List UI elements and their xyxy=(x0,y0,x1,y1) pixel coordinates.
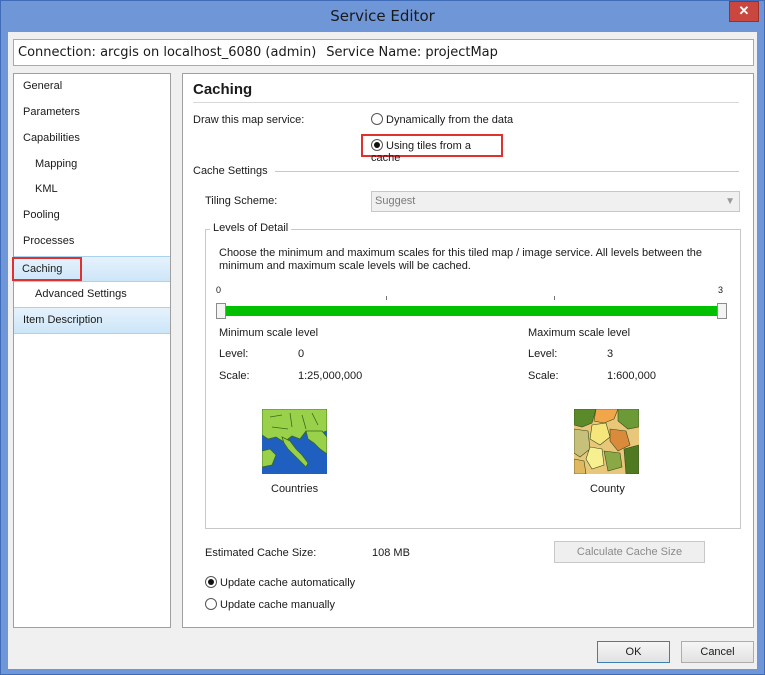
ok-button[interactable]: OK xyxy=(597,641,670,663)
nav-item-mapping[interactable]: Mapping xyxy=(14,152,170,177)
slider-max-tick-label: 3 xyxy=(718,285,724,295)
radio-update-automatically-label: Update cache automatically xyxy=(220,577,356,589)
connection-info: Connection: arcgis on localhost_6080 (ad… xyxy=(13,39,754,66)
caching-panel: Caching Draw this map service: Dynamical… xyxy=(182,73,754,628)
tiling-scheme-label: Tiling Scheme: xyxy=(205,195,278,207)
radio-dynamic-label: Dynamically from the data xyxy=(386,114,514,126)
slider-min-tick-label: 0 xyxy=(216,285,222,295)
nav-item-caching[interactable]: Caching xyxy=(12,257,82,281)
service-editor-window: Service Editor ✕ Connection: arcgis on l… xyxy=(0,0,765,675)
levels-of-detail-legend: Levels of Detail xyxy=(210,222,292,234)
max-scale-title: Maximum scale level xyxy=(528,327,631,339)
nav-item-kml[interactable]: KML xyxy=(14,177,170,202)
window-title: Service Editor xyxy=(330,7,435,25)
page-title: Caching xyxy=(193,81,253,98)
tiling-scheme-select[interactable]: Suggest ▼ xyxy=(371,191,740,212)
estimated-cache-size-value: 108 MB xyxy=(372,547,410,559)
min-scale-label: Scale: xyxy=(219,370,250,382)
min-scale-handle[interactable] xyxy=(216,303,226,319)
radio-tiles-label: Using tiles from a cache xyxy=(371,140,471,164)
close-button[interactable]: ✕ xyxy=(729,1,759,22)
slider-tick xyxy=(554,296,555,300)
settings-nav: General Parameters Capabilities Mapping … xyxy=(12,73,171,628)
radio-update-automatically-icon[interactable] xyxy=(205,576,217,588)
max-scale-handle[interactable] xyxy=(717,303,727,319)
countries-map-thumbnail xyxy=(262,409,327,474)
tiling-scheme-value: Suggest xyxy=(375,195,416,207)
nav-item-pooling[interactable]: Pooling xyxy=(14,203,170,228)
draw-service-label: Draw this map service: xyxy=(193,114,305,126)
dialog-client: Connection: arcgis on localhost_6080 (ad… xyxy=(8,32,757,669)
nav-item-capabilities[interactable]: Capabilities xyxy=(14,126,170,151)
county-map-thumbnail xyxy=(574,409,639,474)
radio-update-manually-icon[interactable] xyxy=(205,598,217,610)
title-divider xyxy=(193,102,739,103)
radio-update-manually[interactable]: Update cache manually xyxy=(205,598,335,611)
radio-tiles-icon[interactable] xyxy=(371,139,383,151)
radio-tiles[interactable]: Using tiles from a cache xyxy=(361,134,503,164)
nav-item-item-description[interactable]: Item Description xyxy=(14,307,170,334)
radio-update-automatically[interactable]: Update cache automatically xyxy=(205,576,355,589)
lod-description: Choose the minimum and maximum scales fo… xyxy=(219,247,702,272)
max-level-label: Level: xyxy=(528,348,558,360)
min-level-value: 0 xyxy=(298,348,305,360)
slider-tick xyxy=(386,296,387,300)
max-scale-value: 1:600,000 xyxy=(607,370,656,382)
radio-dynamic[interactable]: Dynamically from the data xyxy=(371,113,513,126)
estimated-cache-size-label: Estimated Cache Size: xyxy=(205,547,317,559)
nav-item-processes[interactable]: Processes xyxy=(14,229,170,254)
scale-range-slider[interactable] xyxy=(226,306,717,316)
max-scale-label: Scale: xyxy=(528,370,559,382)
cache-settings-divider xyxy=(275,171,739,172)
radio-update-manually-label: Update cache manually xyxy=(220,599,335,611)
nav-item-parameters[interactable]: Parameters xyxy=(14,100,170,125)
min-scale-value: 1:25,000,000 xyxy=(298,370,363,382)
connection-label: Connection: arcgis on localhost_6080 (ad… xyxy=(18,45,317,60)
countries-caption: Countries xyxy=(271,483,319,495)
nav-item-general[interactable]: General xyxy=(14,74,170,99)
max-level-value: 3 xyxy=(607,348,614,360)
calculate-cache-size-button[interactable]: Calculate Cache Size xyxy=(554,541,705,563)
radio-dynamic-icon[interactable] xyxy=(371,113,383,125)
service-name-label: Service Name: projectMap xyxy=(326,45,498,60)
cancel-button[interactable]: Cancel xyxy=(681,641,754,663)
cache-settings-label: Cache Settings xyxy=(193,165,268,177)
nav-item-advanced-settings[interactable]: Advanced Settings xyxy=(14,282,170,307)
county-caption: County xyxy=(590,483,625,495)
min-level-label: Level: xyxy=(219,348,249,360)
chevron-down-icon: ▼ xyxy=(725,196,735,207)
min-scale-title: Minimum scale level xyxy=(219,327,319,339)
nav-item-caching-row[interactable]: Caching xyxy=(12,256,170,282)
